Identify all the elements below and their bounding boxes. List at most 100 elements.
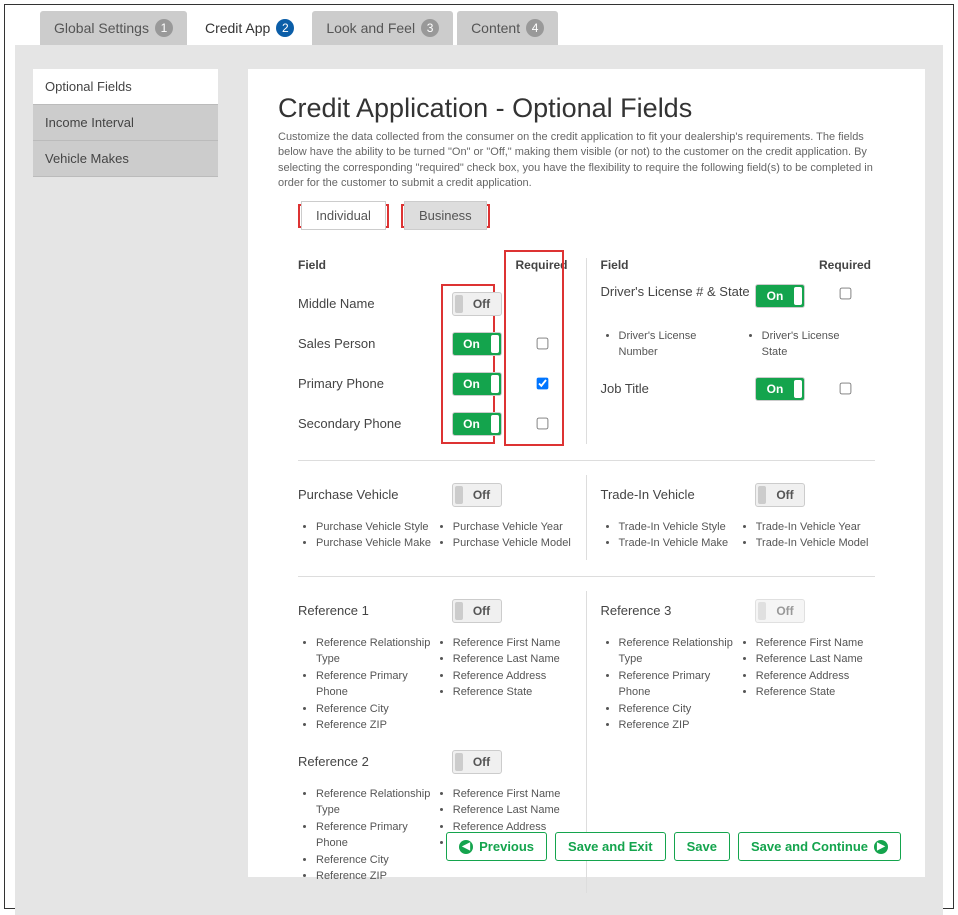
subfield: Purchase Vehicle Year	[453, 519, 572, 536]
toggle-sales-person[interactable]: On	[452, 332, 502, 356]
subfield: Purchase Vehicle Make	[316, 535, 435, 552]
button-label: Previous	[479, 839, 534, 854]
field-label-primary-phone: Primary Phone	[298, 376, 452, 391]
col-header-field: Field	[298, 258, 452, 272]
field-label-middle-name: Middle Name	[298, 296, 452, 311]
sidebar-item-label: Vehicle Makes	[45, 151, 129, 166]
subfield: Driver's License State	[762, 328, 855, 361]
subfield: Reference Last Name	[453, 651, 572, 668]
tab-badge: 2	[276, 19, 294, 37]
field-label-sales-person: Sales Person	[298, 336, 452, 351]
subfield: Purchase Vehicle Style	[316, 519, 435, 536]
toggle-tradein-vehicle[interactable]: Off	[755, 483, 805, 507]
field-label-job-title: Job Title	[601, 381, 756, 396]
subfield: Reference City	[316, 852, 435, 869]
tab-badge: 3	[421, 19, 439, 37]
button-label: Save	[687, 839, 717, 854]
subfield: Reference ZIP	[316, 868, 435, 885]
save-button[interactable]: Save	[674, 832, 730, 861]
col-header-required: Required	[815, 258, 875, 272]
tab-content[interactable]: Content 4	[457, 11, 558, 45]
sidebar-item-optional-fields[interactable]: Optional Fields	[33, 69, 218, 105]
field-label-drivers-license: Driver's License # & State	[601, 284, 756, 299]
page-description: Customize the data collected from the co…	[278, 130, 895, 192]
subfield: Reference Relationship Type	[316, 786, 435, 819]
toggle-primary-phone[interactable]: On	[452, 372, 502, 396]
subtab-individual-highlight: Individual	[298, 204, 389, 228]
subfield: Trade-In Vehicle Style	[619, 519, 738, 536]
sidebar-item-label: Income Interval	[45, 115, 134, 130]
subfield: Reference Address	[453, 668, 572, 685]
button-label: Save and Exit	[568, 839, 653, 854]
previous-button[interactable]: ◀ Previous	[446, 832, 547, 861]
sidebar-item-income-interval[interactable]: Income Interval	[33, 105, 218, 141]
tab-badge: 1	[155, 19, 173, 37]
toggle-reference-2[interactable]: Off	[452, 750, 502, 774]
subfield: Reference Primary Phone	[316, 819, 435, 852]
subfield: Reference Relationship Type	[316, 635, 435, 668]
sidebar: Optional Fields Income Interval Vehicle …	[33, 69, 218, 877]
subfield: Trade-In Vehicle Year	[756, 519, 875, 536]
subfield: Driver's License Number	[619, 328, 724, 361]
subfield: Reference Primary Phone	[619, 668, 738, 701]
sidebar-item-vehicle-makes[interactable]: Vehicle Makes	[33, 141, 218, 177]
toggle-drivers-license[interactable]: On	[755, 284, 805, 308]
toggle-reference-3[interactable]: Off	[755, 599, 805, 623]
sidebar-item-label: Optional Fields	[45, 79, 132, 94]
save-and-exit-button[interactable]: Save and Exit	[555, 832, 666, 861]
tab-badge: 4	[526, 19, 544, 37]
page-title: Credit Application - Optional Fields	[278, 93, 895, 124]
subfield: Reference Relationship Type	[619, 635, 738, 668]
required-checkbox-primary-phone[interactable]	[536, 378, 548, 390]
subfield: Reference ZIP	[619, 717, 738, 734]
tab-label: Content	[471, 20, 520, 36]
subfield: Reference City	[316, 701, 435, 718]
col-header-required: Required	[512, 258, 572, 272]
arrow-left-icon: ◀	[459, 840, 473, 854]
subfield: Reference First Name	[453, 635, 572, 652]
arrow-right-icon: ▶	[874, 840, 888, 854]
tab-global-settings[interactable]: Global Settings 1	[40, 11, 187, 45]
required-checkbox-drivers-license[interactable]	[840, 287, 852, 299]
field-label-tradein-vehicle: Trade-In Vehicle	[601, 487, 756, 502]
field-label-reference-1: Reference 1	[298, 603, 452, 618]
required-checkbox-job-title[interactable]	[840, 383, 852, 395]
required-checkbox-sales-person[interactable]	[536, 338, 548, 350]
subfield: Trade-In Vehicle Make	[619, 535, 738, 552]
required-checkbox-secondary-phone[interactable]	[536, 418, 548, 430]
subtab-business[interactable]: Business	[404, 201, 487, 230]
tab-label: Look and Feel	[326, 20, 415, 36]
field-label-reference-2: Reference 2	[298, 754, 452, 769]
subfield: Reference Last Name	[756, 651, 875, 668]
subfield: Trade-In Vehicle Model	[756, 535, 875, 552]
content-panel: Credit Application - Optional Fields Cus…	[248, 69, 925, 877]
tab-credit-app[interactable]: Credit App 2	[191, 11, 308, 45]
subfield: Reference First Name	[756, 635, 875, 652]
col-header-field: Field	[601, 258, 756, 272]
subfield: Reference State	[756, 684, 875, 701]
subfield: Purchase Vehicle Model	[453, 535, 572, 552]
tab-look-and-feel[interactable]: Look and Feel 3	[312, 11, 453, 45]
toggle-job-title[interactable]: On	[755, 377, 805, 401]
toggle-middle-name[interactable]: Off	[452, 292, 502, 316]
toggle-purchase-vehicle[interactable]: Off	[452, 483, 502, 507]
subfield: Reference Primary Phone	[316, 668, 435, 701]
button-label: Save and Continue	[751, 839, 868, 854]
toggle-secondary-phone[interactable]: On	[452, 412, 502, 436]
subfield: Reference Address	[756, 668, 875, 685]
save-and-continue-button[interactable]: Save and Continue ▶	[738, 832, 901, 861]
wizard-tabs: Global Settings 1 Credit App 2 Look and …	[40, 11, 943, 45]
subtab-business-highlight: Business	[401, 204, 490, 228]
tab-label: Global Settings	[54, 20, 149, 36]
field-label-purchase-vehicle: Purchase Vehicle	[298, 487, 452, 502]
subfield: Reference State	[453, 684, 572, 701]
subfield: Reference Last Name	[453, 802, 572, 819]
toggle-reference-1[interactable]: Off	[452, 599, 502, 623]
subfield: Reference First Name	[453, 786, 572, 803]
subtab-individual[interactable]: Individual	[301, 201, 386, 230]
subfield: Reference ZIP	[316, 717, 435, 734]
field-label-reference-3: Reference 3	[601, 603, 756, 618]
subfield: Reference City	[619, 701, 738, 718]
tab-label: Credit App	[205, 20, 270, 36]
field-label-secondary-phone: Secondary Phone	[298, 416, 452, 431]
